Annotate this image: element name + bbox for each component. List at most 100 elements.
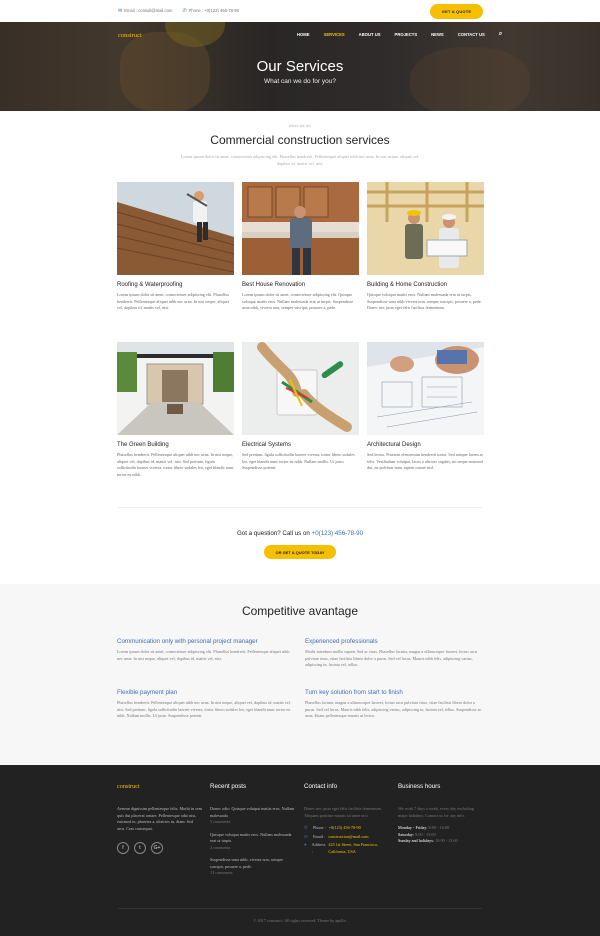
contact-address: ● Address : 425 1st Street, San Francisc… <box>304 842 389 855</box>
service-card[interactable]: Building & Home Construction Quisque vol… <box>367 182 484 312</box>
post-comments: 2 comments <box>210 844 231 850</box>
site-logo[interactable]: construct <box>118 32 142 39</box>
contact-address-value: 425 1st Street, San Francisco, Californi… <box>328 842 379 854</box>
top-bar: ✉ Email : consult@mail.com ✆ Phone : +0(12… <box>0 0 600 22</box>
green-building-image[interactable] <box>117 342 234 435</box>
phone-icon: ✆ <box>182 8 187 14</box>
section-divider <box>118 507 482 508</box>
twitter-icon[interactable]: t <box>134 842 146 854</box>
nav-contact[interactable]: CONTACT US <box>458 32 485 38</box>
service-name[interactable]: Roofing & Waterproofing <box>117 282 234 288</box>
advantage-item-title[interactable]: Experienced professionals <box>305 638 483 645</box>
service-card[interactable]: Architectural Design Sed lectus. Praesen… <box>367 342 484 472</box>
nav-projects[interactable]: PROJECTS <box>395 32 418 38</box>
footer-heading: Recent posts <box>210 783 247 790</box>
footer-hours: Business hours We work 7 days a week, ev… <box>398 783 483 845</box>
get-quote-button[interactable]: GET A QUOTE <box>430 4 483 19</box>
contact-phone: ✆ Phone : +0(123) 456-78-90 <box>304 825 389 832</box>
advantage-title: Competitive avantage <box>241 604 359 618</box>
page-subtitle: What can we do for you? <box>264 78 336 85</box>
top-contact: ✉ Email : consult@mail.com ✆ Phone : +0(12… <box>118 8 239 14</box>
footer-recent-posts: Recent posts Donec odio. Quisque volutpa… <box>210 783 295 883</box>
service-card[interactable]: The Green Building Phasellus hendrerit. … <box>117 342 234 479</box>
hours-day: Sunday and holidays: <box>398 838 435 843</box>
service-card[interactable]: Best House Renovation Lorem ipsum dolor … <box>242 182 359 312</box>
service-name[interactable]: Best House Renovation <box>242 282 359 288</box>
service-name[interactable]: Building & Home Construction <box>367 282 484 288</box>
service-name[interactable]: Architectural Design <box>367 442 484 448</box>
footer-about: construct Aenean dignissim pellentesque … <box>117 783 202 854</box>
top-email[interactable]: ✉ Email : consult@mail.com <box>118 8 172 14</box>
nav-services[interactable]: SERVICES <box>324 32 345 38</box>
quote-today-button[interactable]: OR GET A QUOTE TODAY <box>264 545 336 559</box>
footer-about-text: Aenean dignissim pellentesque felis. Mor… <box>117 806 203 831</box>
hero-banner: construct HOME SERVICES ABOUT US PROJECT… <box>0 22 600 111</box>
advantage-item: Experienced professionals Morbi interdum… <box>305 638 483 669</box>
phone-icon: ✆ <box>304 825 308 830</box>
architectural-image[interactable] <box>367 342 484 435</box>
service-card[interactable]: Electrical Systems Sed pretium, ligula s… <box>242 342 359 472</box>
advantage-item-text: Phasellus hendrerit. Pellentesque alique… <box>117 700 291 719</box>
contact-block: Donec nec justo eget felis facilisis fer… <box>304 806 389 855</box>
post-comments: 13 comments <box>210 870 233 875</box>
facebook-icon[interactable]: f <box>117 842 129 854</box>
copyright: © 2017 construct. All rights reserved. T… <box>253 918 347 923</box>
advantage-item-title[interactable]: Turn key solution from start to finish <box>305 689 483 696</box>
hours-intro: We work 7 days a week, every day excludi… <box>398 806 474 818</box>
envelope-icon: ✉ <box>304 833 308 839</box>
advantage-item-title[interactable]: Flexible payment plan <box>117 689 295 696</box>
advantage-item-title[interactable]: Communication only with personal project… <box>117 638 295 645</box>
nav-news[interactable]: NEWS <box>431 32 444 38</box>
service-name[interactable]: Electrical Systems <box>242 442 359 448</box>
hours-day: Monday - Friday: <box>398 825 428 830</box>
service-text: Sed lectus. Praesent elementum hendrerit… <box>367 452 483 471</box>
post-item[interactable]: Donec odio. Quisque volutpat mattis eros… <box>210 806 295 826</box>
service-card[interactable]: Roofing & Waterproofing Lorem ipsum dolo… <box>117 182 234 312</box>
contact-email: ✉ Email : construction@mail.com <box>304 834 389 841</box>
advantage-item-text: Phasellus lacinia, magna a ullamcorper l… <box>305 700 482 719</box>
contact-phone-label: Phone : <box>313 825 326 830</box>
footer-divider <box>118 908 482 909</box>
question-line: Got a question? Call us on +0(123) 456-7… <box>0 530 600 537</box>
advantage-item: Flexible payment plan Phasellus hendreri… <box>117 689 295 720</box>
post-title[interactable]: Quisque volutpat mattis eros. Nullam mal… <box>210 832 295 845</box>
envelope-icon: ✉ <box>118 8 123 14</box>
hours-row: Sunday and holidays: 10:00 - 13:00 <box>398 838 483 845</box>
advantage-item-text: Lorem ipsum dolor sit amet, consectetuer… <box>117 649 290 661</box>
question-phone[interactable]: +0(123) 456-78-90 <box>312 530 363 537</box>
service-text: Sed pretium, ligula sollicitudin laoreet… <box>242 452 355 471</box>
service-text: Lorem ipsum dolor sit amet, consectetuer… <box>242 292 354 311</box>
hours-day: Saturday: <box>398 831 415 837</box>
footer-logo[interactable]: construct <box>117 783 202 790</box>
site-footer: construct Aenean dignissim pellentesque … <box>0 765 600 936</box>
service-text: Quisque volutpat mattis eros. Nullam mal… <box>367 292 482 311</box>
nav-about[interactable]: ABOUT US <box>359 32 381 38</box>
top-email-text: Email : consult@mail.com <box>124 8 173 13</box>
section-kicker: what we do <box>288 124 312 128</box>
google-plus-icon[interactable]: G+ <box>151 842 163 854</box>
contact-address-label: Address : <box>311 842 326 854</box>
post-title[interactable]: Donec odio. Quisque volutpat mattis eros… <box>210 806 295 819</box>
footer-heading: Business hours <box>398 783 441 790</box>
contact-phone-value[interactable]: +0(123) 456-78-90 <box>329 825 361 832</box>
roofing-image[interactable] <box>117 182 234 275</box>
renovation-image[interactable] <box>242 182 359 275</box>
search-icon[interactable]: ⌕ <box>499 31 502 38</box>
post-title[interactable]: Suspendisse urna nibh, viverra non, semp… <box>210 857 295 870</box>
footer-heading: Contact info <box>304 783 338 790</box>
hours-time: 10:00 - 13:00 <box>435 838 458 843</box>
post-item[interactable]: Suspendisse urna nibh, viverra non, semp… <box>210 857 295 877</box>
posts-list: Donec odio. Quisque volutpat mattis eros… <box>210 806 295 877</box>
nav-home[interactable]: HOME <box>297 32 310 38</box>
post-item[interactable]: Quisque volutpat mattis eros. Nullam mal… <box>210 832 295 852</box>
electrical-image[interactable] <box>242 342 359 435</box>
contact-email-value[interactable]: construction@mail.com <box>328 834 368 841</box>
hours-time: 9:00 - 15:00 <box>415 831 436 837</box>
service-name[interactable]: The Green Building <box>117 442 234 448</box>
construction-image[interactable] <box>367 182 484 275</box>
question-text: Got a question? Call us on <box>236 530 310 537</box>
services-title: Commercial construction services <box>210 133 390 147</box>
top-phone[interactable]: ✆ Phone : +0(123) 456-78-90 <box>182 8 239 14</box>
service-text: Phasellus hendrerit. Pellentesque alique… <box>117 452 234 478</box>
hours-time: 8:00 - 16:00 <box>428 825 450 830</box>
